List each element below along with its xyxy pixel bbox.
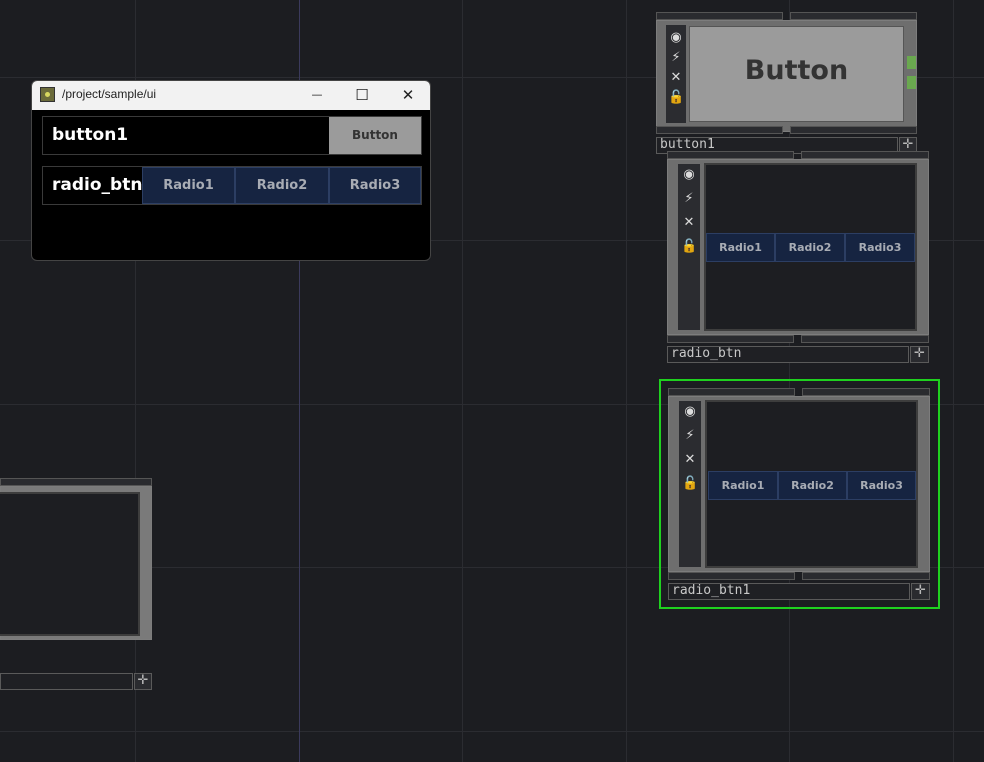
delete-icon[interactable]: ✕: [668, 70, 684, 86]
radio-option[interactable]: Radio3: [847, 471, 916, 500]
window-title: /project/sample/ui: [62, 87, 157, 101]
node-radio-btn[interactable]: ◉ ⚡ ✕ 🔓 Radio1 Radio2 Radio3 radio_btn ✛: [667, 151, 929, 364]
viewer-icon[interactable]: ◉: [681, 167, 697, 183]
lock-icon[interactable]: 🔓: [668, 90, 684, 106]
window-titlebar[interactable]: /project/sample/ui — ☐ ✕: [32, 81, 430, 110]
lock-icon[interactable]: 🔓: [682, 476, 698, 492]
input-connector[interactable]: [667, 151, 794, 159]
node-viewer: Button: [689, 26, 904, 122]
radio-option[interactable]: Radio2: [235, 167, 329, 204]
input-connector[interactable]: [656, 12, 783, 20]
close-button[interactable]: ✕: [391, 83, 425, 107]
output-connector[interactable]: [801, 335, 929, 343]
panel-window[interactable]: /project/sample/ui — ☐ ✕ button1 Button …: [31, 80, 431, 261]
viewer-icon[interactable]: ◉: [682, 404, 698, 420]
radio-row: radio_btn Radio1 Radio2 Radio3: [42, 166, 422, 205]
delete-icon[interactable]: ✕: [681, 215, 697, 231]
node-viewer: Radio1 Radio2 Radio3: [705, 400, 918, 568]
button-row-label: button1: [52, 125, 129, 145]
add-icon[interactable]: ✛: [911, 583, 930, 600]
radio-row-label: radio_btn: [52, 175, 143, 195]
node-button1[interactable]: ◉ ⚡ ✕ 🔓 Button button1 ✛: [656, 12, 917, 155]
radio-option[interactable]: Radio3: [329, 167, 421, 204]
node-viewer: [0, 492, 140, 636]
radio-option[interactable]: Radio1: [706, 233, 775, 262]
input-connector[interactable]: [801, 151, 929, 159]
input-connector[interactable]: [802, 388, 930, 396]
radio-option[interactable]: Radio2: [778, 471, 847, 500]
radio-option[interactable]: Radio1: [708, 471, 778, 500]
button-row: button1 Button: [42, 116, 422, 155]
input-connector[interactable]: [668, 388, 795, 396]
output-connector[interactable]: [907, 76, 916, 89]
node-radio-btn1[interactable]: ◉ ⚡ ✕ 🔓 Radio1 Radio2 Radio3 radio_btn1 …: [668, 388, 930, 601]
viewer-icon[interactable]: ◉: [668, 30, 684, 46]
app-icon: [40, 87, 55, 102]
output-connector[interactable]: [802, 572, 930, 580]
node-viewer: Radio1 Radio2 Radio3: [704, 163, 917, 331]
button-preview-label: Button: [744, 55, 849, 86]
node-partial[interactable]: ✛: [0, 478, 152, 692]
maximize-button[interactable]: ☐: [345, 83, 379, 107]
add-icon[interactable]: ✛: [134, 673, 152, 690]
node-name-field[interactable]: radio_btn1: [668, 583, 910, 600]
radio-option[interactable]: Radio2: [775, 233, 845, 262]
bypass-icon[interactable]: ⚡: [668, 50, 684, 66]
lock-icon[interactable]: 🔓: [681, 239, 697, 255]
button1-button[interactable]: Button: [329, 117, 421, 154]
output-connector[interactable]: [667, 335, 794, 343]
node-name-field[interactable]: radio_btn: [667, 346, 909, 363]
output-connector[interactable]: [790, 126, 917, 134]
radio-option[interactable]: Radio3: [845, 233, 915, 262]
node-name-field[interactable]: [0, 673, 133, 690]
bypass-icon[interactable]: ⚡: [681, 191, 697, 207]
minimize-button[interactable]: —: [300, 83, 334, 107]
output-connector[interactable]: [668, 572, 795, 580]
delete-icon[interactable]: ✕: [682, 452, 698, 468]
output-connector[interactable]: [907, 56, 916, 69]
radio-option[interactable]: Radio1: [142, 167, 235, 204]
bypass-icon[interactable]: ⚡: [682, 428, 698, 444]
add-icon[interactable]: ✛: [910, 346, 929, 363]
input-connector[interactable]: [790, 12, 917, 20]
output-connector[interactable]: [656, 126, 783, 134]
